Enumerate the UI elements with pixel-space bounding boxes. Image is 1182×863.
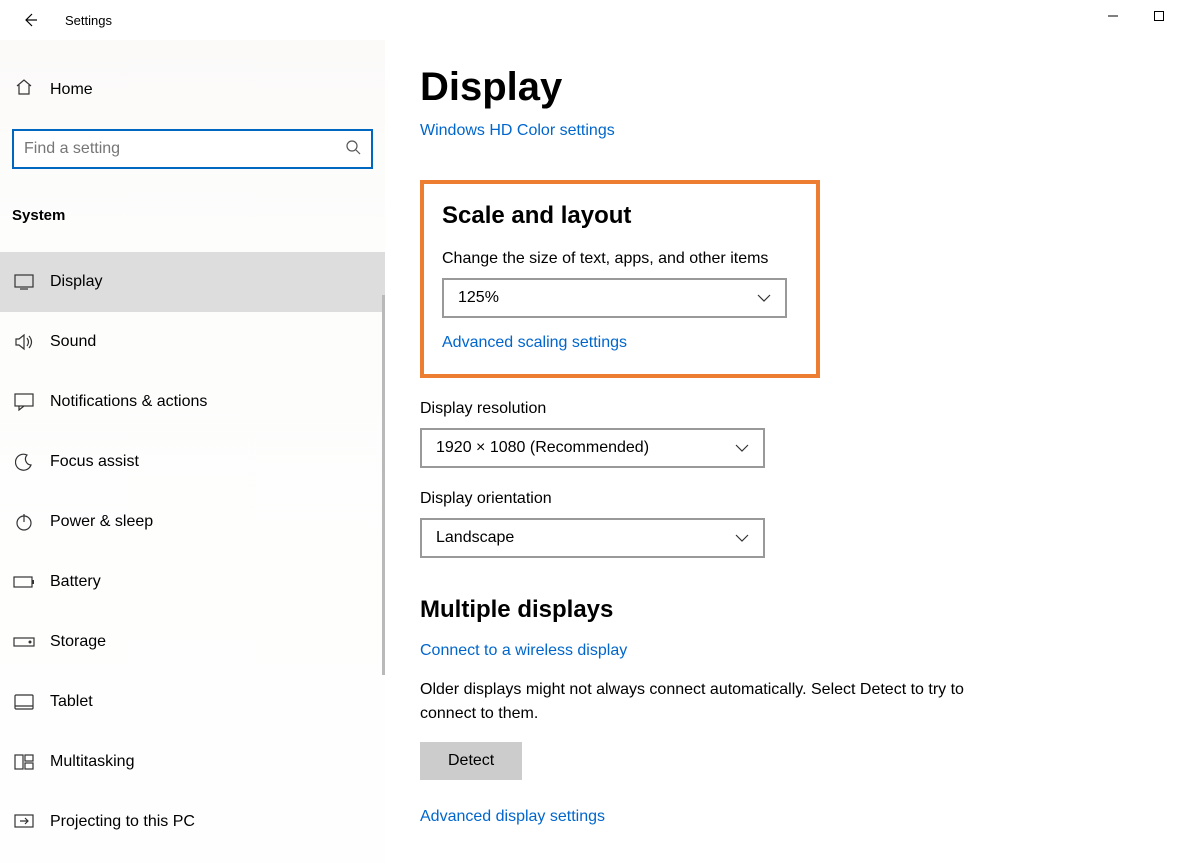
sidebar-item-label: Storage — [50, 633, 106, 651]
text-size-value: 125% — [458, 289, 499, 307]
search-box[interactable] — [12, 129, 373, 169]
sidebar-item-label: Multitasking — [50, 753, 134, 771]
sidebar-item-battery[interactable]: Battery — [0, 552, 385, 612]
sidebar-item-sound[interactable]: Sound — [0, 312, 385, 372]
moon-icon — [12, 453, 36, 471]
text-size-label: Change the size of text, apps, and other… — [442, 250, 798, 268]
multiple-displays-title: Multiple displays — [420, 596, 1122, 624]
battery-icon — [12, 576, 36, 588]
search-input[interactable] — [24, 140, 345, 158]
sidebar-home[interactable]: Home — [0, 70, 385, 109]
orientation-label: Display orientation — [420, 490, 1122, 508]
chat-icon — [12, 393, 36, 411]
sidebar-item-focus-assist[interactable]: Focus assist — [0, 432, 385, 492]
resolution-label: Display resolution — [420, 400, 1122, 418]
scale-layout-title: Scale and layout — [442, 202, 798, 230]
orientation-value: Landscape — [436, 529, 514, 547]
sidebar-item-label: Projecting to this PC — [50, 813, 195, 831]
storage-icon — [12, 637, 36, 647]
sidebar-item-label: Battery — [50, 573, 101, 591]
content-area: Display Windows HD Color settings Scale … — [385, 40, 1182, 863]
sidebar-item-display[interactable]: Display — [0, 252, 385, 312]
sidebar-item-label: Display — [50, 273, 102, 291]
window-title: Settings — [65, 13, 112, 28]
sidebar-group-header: System — [0, 199, 385, 232]
scale-layout-highlight: Scale and layout Change the size of text… — [420, 180, 820, 378]
sidebar-home-label: Home — [50, 81, 93, 99]
text-size-dropdown[interactable]: 125% — [442, 278, 787, 318]
tablet-icon — [12, 694, 36, 710]
home-icon — [12, 78, 36, 101]
resolution-value: 1920 × 1080 (Recommended) — [436, 439, 649, 457]
minimize-button[interactable] — [1090, 0, 1136, 32]
sidebar-item-label: Focus assist — [50, 453, 139, 471]
sidebar-item-storage[interactable]: Storage — [0, 612, 385, 672]
advanced-display-link[interactable]: Advanced display settings — [420, 808, 605, 826]
sidebar-item-power-sleep[interactable]: Power & sleep — [0, 492, 385, 552]
project-icon — [12, 814, 36, 830]
advanced-scaling-link[interactable]: Advanced scaling settings — [442, 334, 627, 352]
hd-color-link[interactable]: Windows HD Color settings — [420, 122, 615, 140]
sidebar-item-tablet[interactable]: Tablet — [0, 672, 385, 732]
sidebar-item-label: Sound — [50, 333, 96, 351]
sidebar-item-label: Notifications & actions — [50, 393, 207, 411]
power-icon — [12, 513, 36, 531]
resolution-dropdown[interactable]: 1920 × 1080 (Recommended) — [420, 428, 765, 468]
chevron-down-icon — [757, 289, 771, 307]
titlebar: Settings — [0, 0, 1182, 40]
back-button[interactable] — [20, 10, 40, 30]
sound-icon — [12, 333, 36, 351]
sidebar-item-label: Power & sleep — [50, 513, 153, 531]
sidebar-item-label: Tablet — [50, 693, 93, 711]
window-controls — [1090, 0, 1182, 32]
multiple-displays-desc: Older displays might not always connect … — [420, 678, 980, 726]
sidebar-item-notifications[interactable]: Notifications & actions — [0, 372, 385, 432]
sidebar: Home System Display Sound Notifications … — [0, 40, 385, 863]
orientation-dropdown[interactable]: Landscape — [420, 518, 765, 558]
search-icon — [345, 139, 361, 159]
maximize-button[interactable] — [1136, 0, 1182, 32]
chevron-down-icon — [735, 439, 749, 457]
sidebar-item-projecting[interactable]: Projecting to this PC — [0, 792, 385, 852]
sidebar-item-multitasking[interactable]: Multitasking — [0, 732, 385, 792]
page-title: Display — [420, 65, 1122, 110]
wireless-display-link[interactable]: Connect to a wireless display — [420, 642, 627, 660]
display-icon — [12, 274, 36, 290]
detect-button[interactable]: Detect — [420, 742, 522, 780]
chevron-down-icon — [735, 529, 749, 547]
multitasking-icon — [12, 754, 36, 770]
